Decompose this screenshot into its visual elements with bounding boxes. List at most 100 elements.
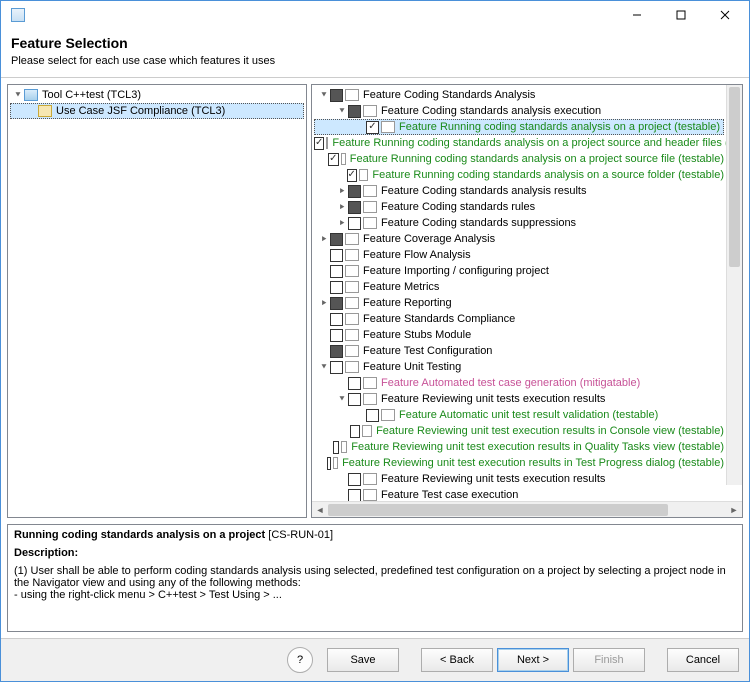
collapse-icon[interactable]: ⯆ bbox=[336, 106, 348, 117]
feature-checkbox[interactable] bbox=[330, 329, 343, 342]
feature-checkbox[interactable] bbox=[330, 361, 343, 374]
tree-row[interactable]: Feature Stubs Module bbox=[314, 327, 724, 343]
cancel-button[interactable]: Cancel bbox=[667, 648, 739, 672]
scroll-left-icon[interactable]: ◄ bbox=[312, 502, 328, 518]
right-tree-pane[interactable]: ⯆Feature Coding Standards Analysis⯆Featu… bbox=[311, 84, 743, 518]
feature-checkbox[interactable] bbox=[348, 473, 361, 486]
expand-icon[interactable]: ⯈ bbox=[318, 234, 330, 245]
tree-label: Feature Automated test case generation (… bbox=[380, 377, 640, 389]
feature-checkbox[interactable] bbox=[366, 121, 379, 134]
tree-row[interactable]: ⯈Feature Coding standards suppressions bbox=[314, 215, 724, 231]
tool-icon bbox=[24, 89, 38, 101]
tree-row[interactable]: Feature Running coding standards analysi… bbox=[314, 151, 724, 167]
feature-checkbox[interactable] bbox=[330, 345, 343, 358]
left-tree-pane[interactable]: ⯆ Tool C++test (TCL3) Use Case JSF Compl… bbox=[7, 84, 307, 518]
next-button[interactable]: Next > bbox=[497, 648, 569, 672]
tree-row[interactable]: ⯆ Feature Unit Testing bbox=[314, 359, 724, 375]
feature-icon bbox=[345, 233, 359, 245]
tree-label: Feature Unit Testing bbox=[362, 361, 461, 373]
feature-checkbox[interactable] bbox=[348, 105, 361, 118]
feature-checkbox[interactable] bbox=[314, 137, 324, 150]
tree-label: Feature Metrics bbox=[362, 281, 439, 293]
feature-icon bbox=[363, 393, 377, 405]
tree-row[interactable]: Feature Standards Compliance bbox=[314, 311, 724, 327]
wizard-footer: ? Save < Back Next > Finish Cancel bbox=[1, 638, 749, 681]
feature-checkbox[interactable] bbox=[330, 89, 343, 102]
feature-checkbox[interactable] bbox=[333, 441, 339, 454]
expand-icon[interactable]: ⯈ bbox=[336, 218, 348, 229]
feature-icon bbox=[341, 441, 347, 453]
feature-checkbox[interactable] bbox=[330, 249, 343, 262]
tree-row[interactable]: Feature Reviewing unit test execution re… bbox=[314, 439, 724, 455]
collapse-icon[interactable]: ⯆ bbox=[318, 362, 330, 373]
titlebar bbox=[1, 1, 749, 29]
tree-label: Feature Running coding standards analysi… bbox=[349, 153, 724, 165]
tree-row-tool[interactable]: ⯆ Tool C++test (TCL3) bbox=[10, 87, 304, 103]
usecase-tree: ⯆ Tool C++test (TCL3) Use Case JSF Compl… bbox=[8, 85, 306, 121]
tree-label: Feature Test case execution bbox=[380, 489, 518, 501]
tree-row[interactable]: Feature Running coding standards analysi… bbox=[314, 119, 724, 135]
feature-checkbox[interactable] bbox=[330, 265, 343, 278]
tree-row[interactable]: ⯈Feature Coding standards analysis resul… bbox=[314, 183, 724, 199]
feature-icon bbox=[363, 473, 377, 485]
tree-row[interactable]: ⯈Feature Coding standards rules bbox=[314, 199, 724, 215]
collapse-icon[interactable]: ⯆ bbox=[318, 90, 330, 101]
vertical-scrollbar[interactable] bbox=[726, 85, 742, 485]
tree-row[interactable]: ⯈Feature Reporting bbox=[314, 295, 724, 311]
tree-row[interactable]: Feature Reviewing unit test execution re… bbox=[314, 423, 724, 439]
tree-row[interactable]: Feature Automatic unit test result valid… bbox=[314, 407, 724, 423]
tree-row[interactable]: Feature Importing / configuring project bbox=[314, 263, 724, 279]
feature-checkbox[interactable] bbox=[330, 281, 343, 294]
tree-row[interactable]: Feature Flow Analysis bbox=[314, 247, 724, 263]
help-button[interactable]: ? bbox=[287, 647, 313, 673]
feature-checkbox[interactable] bbox=[348, 201, 361, 214]
collapse-icon[interactable]: ⯆ bbox=[336, 394, 348, 405]
feature-icon bbox=[363, 489, 377, 501]
horizontal-scrollbar[interactable]: ◄ ► bbox=[312, 501, 742, 517]
tree-row[interactable]: ⯈Feature Coverage Analysis bbox=[314, 231, 724, 247]
expand-icon[interactable]: ⯈ bbox=[336, 186, 348, 197]
feature-icon bbox=[381, 409, 395, 421]
tree-row[interactable]: Feature Reviewing unit tests execution r… bbox=[314, 471, 724, 487]
tree-row[interactable]: Feature Reviewing unit test execution re… bbox=[314, 455, 724, 471]
tree-label: Feature Coding Standards Analysis bbox=[362, 89, 535, 101]
feature-checkbox[interactable] bbox=[347, 169, 357, 182]
tree-row[interactable]: ⯆Feature Coding standards analysis execu… bbox=[314, 103, 724, 119]
feature-checkbox[interactable] bbox=[330, 297, 343, 310]
tree-row[interactable]: Feature Running coding standards analysi… bbox=[314, 167, 724, 183]
feature-checkbox[interactable] bbox=[366, 409, 379, 422]
expand-icon[interactable]: ⯈ bbox=[336, 202, 348, 213]
feature-checkbox[interactable] bbox=[348, 377, 361, 390]
feature-icon bbox=[362, 425, 372, 437]
scroll-right-icon[interactable]: ► bbox=[726, 502, 742, 518]
close-button[interactable] bbox=[703, 2, 747, 28]
feature-icon bbox=[326, 137, 328, 149]
tree-label: Feature Reviewing unit tests execution r… bbox=[380, 393, 605, 405]
feature-checkbox[interactable] bbox=[348, 185, 361, 198]
tree-label: Feature Reviewing unit test execution re… bbox=[350, 441, 724, 453]
tree-row[interactable]: Feature Running coding standards analysi… bbox=[314, 135, 724, 151]
tree-row[interactable]: Feature Test Configuration bbox=[314, 343, 724, 359]
finish-button[interactable]: Finish bbox=[573, 648, 645, 672]
expand-icon[interactable]: ⯆ bbox=[12, 90, 24, 101]
feature-checkbox[interactable] bbox=[348, 489, 361, 502]
maximize-button[interactable] bbox=[659, 2, 703, 28]
feature-checkbox[interactable] bbox=[327, 457, 332, 470]
tree-row[interactable]: ⯆ Feature Coding Standards Analysis bbox=[314, 87, 724, 103]
feature-checkbox[interactable] bbox=[330, 313, 343, 326]
save-button[interactable]: Save bbox=[327, 648, 399, 672]
feature-checkbox[interactable] bbox=[348, 217, 361, 230]
feature-checkbox[interactable] bbox=[350, 425, 360, 438]
minimize-button[interactable] bbox=[615, 2, 659, 28]
tree-row[interactable]: Feature Automated test case generation (… bbox=[314, 375, 724, 391]
feature-checkbox[interactable] bbox=[328, 153, 338, 166]
tree-row-usecase[interactable]: Use Case JSF Compliance (TCL3) bbox=[10, 103, 304, 119]
feature-checkbox[interactable] bbox=[348, 393, 361, 406]
tree-row[interactable]: Feature Metrics bbox=[314, 279, 724, 295]
tree-row[interactable]: ⯆ Feature Reviewing unit tests execution … bbox=[314, 391, 724, 407]
tree-label: Feature Importing / configuring project bbox=[362, 265, 549, 277]
feature-checkbox[interactable] bbox=[330, 233, 343, 246]
expand-icon[interactable]: ⯈ bbox=[318, 298, 330, 309]
tree-row[interactable]: Feature Test case execution bbox=[314, 487, 724, 501]
back-button[interactable]: < Back bbox=[421, 648, 493, 672]
